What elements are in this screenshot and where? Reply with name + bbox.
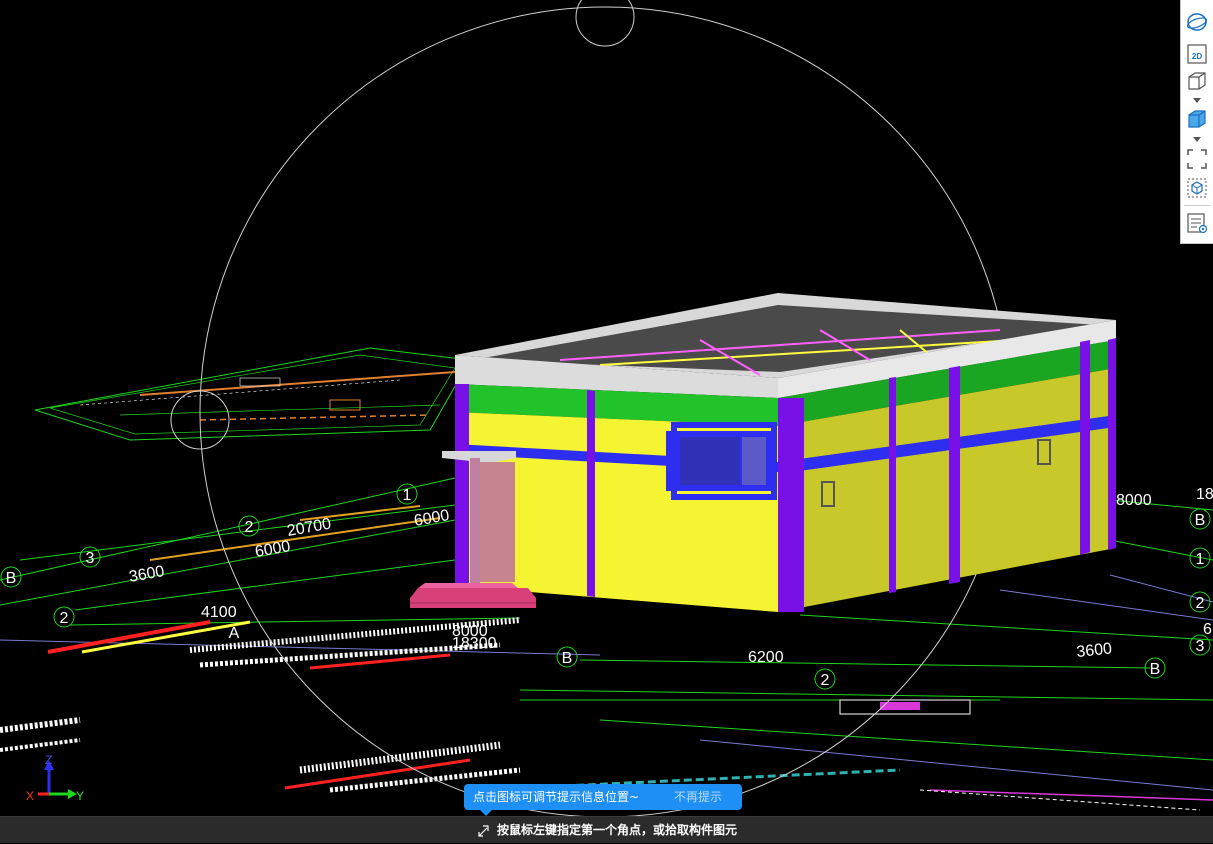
- axis-y-label: Y: [76, 789, 84, 803]
- dimension-6-right: 6: [1203, 621, 1212, 638]
- axis-label-right-b-top: B: [1195, 512, 1206, 529]
- dimension-3600-right: 3600: [1076, 640, 1113, 661]
- viewport-3d[interactable]: B 3 2 1 2 A B 2 B 1 2 3 B 20700 6000 600…: [0, 0, 1213, 843]
- axis-label-right-2: 2: [1196, 595, 1205, 612]
- section-box-icon[interactable]: [1185, 176, 1209, 200]
- dimension-18300: 18300: [452, 635, 497, 652]
- cursor-corner-icon: [477, 822, 493, 838]
- dimension-6000-b: 6000: [254, 538, 292, 561]
- dont-show-again-link[interactable]: 不再提示: [674, 784, 722, 810]
- axis-label-right-1: 1: [1196, 551, 1205, 568]
- axis-label-right-3: 3: [1196, 638, 1205, 655]
- axis-label-front-b: B: [562, 650, 573, 667]
- axis-label-left-3: 3: [86, 550, 95, 567]
- hint-tooltip[interactable]: 点击图标可调节提示信息位置~ 不再提示: [464, 784, 742, 816]
- building-model[interactable]: [410, 293, 1116, 612]
- zoom-extents-icon[interactable]: [1185, 147, 1209, 171]
- axis-label-left-2-lower: 2: [60, 610, 69, 627]
- dimension-6000-a: 6000: [413, 507, 451, 530]
- axis-label-front-2: 2: [821, 672, 830, 689]
- properties-panel-icon[interactable]: [1185, 211, 1209, 235]
- view-2d-label: 2D: [1192, 52, 1202, 61]
- dimension-3600-left: 3600: [128, 563, 166, 586]
- axis-x-label: X: [26, 789, 34, 803]
- view-toolbar: 2D: [1180, 0, 1213, 244]
- orbit-icon[interactable]: [1185, 10, 1209, 34]
- hint-tooltip-text: 点击图标可调节提示信息位置~: [473, 790, 640, 804]
- ground-hatching: [0, 617, 1213, 811]
- axis-label-left-b: B: [6, 570, 17, 587]
- dimension-20700: 20700: [286, 515, 333, 539]
- axis-label-left-a: A: [229, 625, 240, 642]
- command-prompt-text: 按鼠标左键指定第一个角点，或拾取构件图元: [497, 823, 738, 837]
- coordinate-axes-indicator: Z X Y: [26, 753, 84, 803]
- dimension-8000-right: 8000: [1116, 492, 1152, 509]
- floor-plan-drawing: [34, 347, 471, 441]
- view-2d-icon[interactable]: 2D: [1185, 42, 1209, 66]
- view-3d-solid-dropdown-icon[interactable]: [1193, 137, 1201, 142]
- view-3d-box-icon[interactable]: [1185, 69, 1209, 93]
- dimension-6200: 6200: [748, 649, 784, 666]
- view-3d-solid-icon[interactable]: [1185, 107, 1209, 131]
- view-3d-box-dropdown-icon[interactable]: [1193, 98, 1201, 103]
- dimension-18-right: 18: [1196, 486, 1213, 503]
- command-status-bar: 按鼠标左键指定第一个角点，或拾取构件图元: [0, 816, 1213, 843]
- dimension-4100: 4100: [201, 604, 237, 621]
- axis-label-left-2-upper: 2: [245, 519, 254, 536]
- axis-label-left-1: 1: [403, 487, 412, 504]
- axis-label-right-b-bottom: B: [1150, 661, 1161, 678]
- axis-z-label: Z: [45, 753, 52, 767]
